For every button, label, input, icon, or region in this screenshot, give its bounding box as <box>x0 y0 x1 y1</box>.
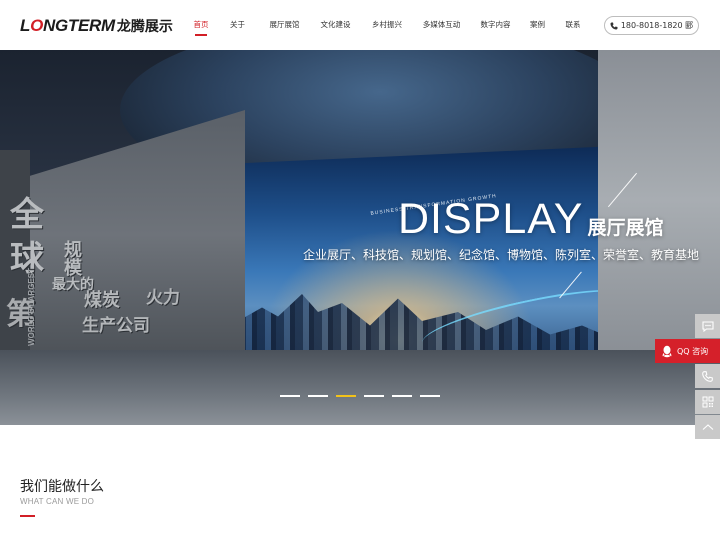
qq-consult-button[interactable]: QQ 咨询 <box>655 339 720 363</box>
chat-icon <box>701 320 714 332</box>
qrcode-button[interactable] <box>695 390 720 414</box>
nav-item-multimedia[interactable]: 多媒体互动 <box>413 0 470 50</box>
back-to-top-icon <box>702 424 713 430</box>
phone-number: 180-8018-1820 郾 <box>620 21 694 30</box>
wall-text-quan: 全 <box>10 195 44 235</box>
carousel-dot[interactable] <box>280 395 300 397</box>
hero-title-en: DISPLAY <box>398 195 584 243</box>
nav-item-digital-content[interactable]: 数字内容 <box>470 0 521 50</box>
site-header: LONGTERM 龙腾展示 首页 关于 展厅展馆 文化建设 乡村振兴 多媒体互动… <box>0 0 720 50</box>
nav-item-cases[interactable]: 案例 <box>521 0 554 50</box>
logo-text-en: LONGTERM <box>20 16 115 35</box>
section-accent-bar <box>20 515 35 517</box>
logo-text-cn: 龙腾展示 <box>116 19 173 35</box>
nav-item-rural[interactable]: 乡村振兴 <box>361 0 413 50</box>
hero-title-cn: 展厅展馆 <box>587 217 664 239</box>
section-title: 我们能做什么 <box>20 479 104 495</box>
nav-item-about[interactable]: 关于 <box>216 0 259 50</box>
carousel-dots <box>280 395 448 399</box>
phone-tool-button[interactable] <box>695 364 720 388</box>
site-logo[interactable]: LONGTERM 龙腾展示 <box>20 14 173 38</box>
nav-item-contact[interactable]: 联系 <box>554 0 592 50</box>
qq-icon <box>662 345 672 357</box>
carousel-dot[interactable] <box>308 395 328 397</box>
wall-text-guimo: 规模 <box>61 240 82 276</box>
hero-title: DISPLAY 展厅展馆 <box>398 196 663 242</box>
qq-consult-label: QQ 咨询 <box>677 346 709 356</box>
hero-subtitle: 企业展厅、科技馆、规划馆、纪念馆、博物馆、陈列室、荣誉室、教育基地 <box>303 248 700 262</box>
wall-text-coal: 煤炭 <box>84 290 120 311</box>
back-to-top-button[interactable] <box>695 415 720 439</box>
nav-item-home[interactable]: 首页 <box>186 0 216 50</box>
active-underline <box>195 34 207 36</box>
nav-item-exhibition-halls[interactable]: 展厅展馆 <box>259 0 310 50</box>
carousel-dot[interactable] <box>364 395 384 397</box>
carousel-dot[interactable] <box>392 395 412 397</box>
chat-button[interactable] <box>695 314 720 338</box>
floor <box>0 350 720 425</box>
wall-text-company: 生产公司 <box>82 316 150 336</box>
carousel-dot[interactable] <box>420 395 440 397</box>
nav-item-culture[interactable]: 文化建设 <box>310 0 361 50</box>
wall-text-en: WORLD'S LARGEST <box>27 268 36 346</box>
section-subtitle: WHAT CAN WE DO <box>20 497 95 506</box>
wall-text-power: 火力 <box>146 288 180 308</box>
main-nav: 首页 关于 展厅展馆 文化建设 乡村振兴 多媒体互动 数字内容 案例 联系 <box>186 0 592 50</box>
qrcode-icon <box>702 396 713 408</box>
phone-icon <box>702 370 713 382</box>
phone-icon <box>610 22 618 29</box>
phone-button[interactable]: 180-8018-1820 郾 <box>604 16 699 35</box>
carousel-dot-active[interactable] <box>336 395 356 397</box>
